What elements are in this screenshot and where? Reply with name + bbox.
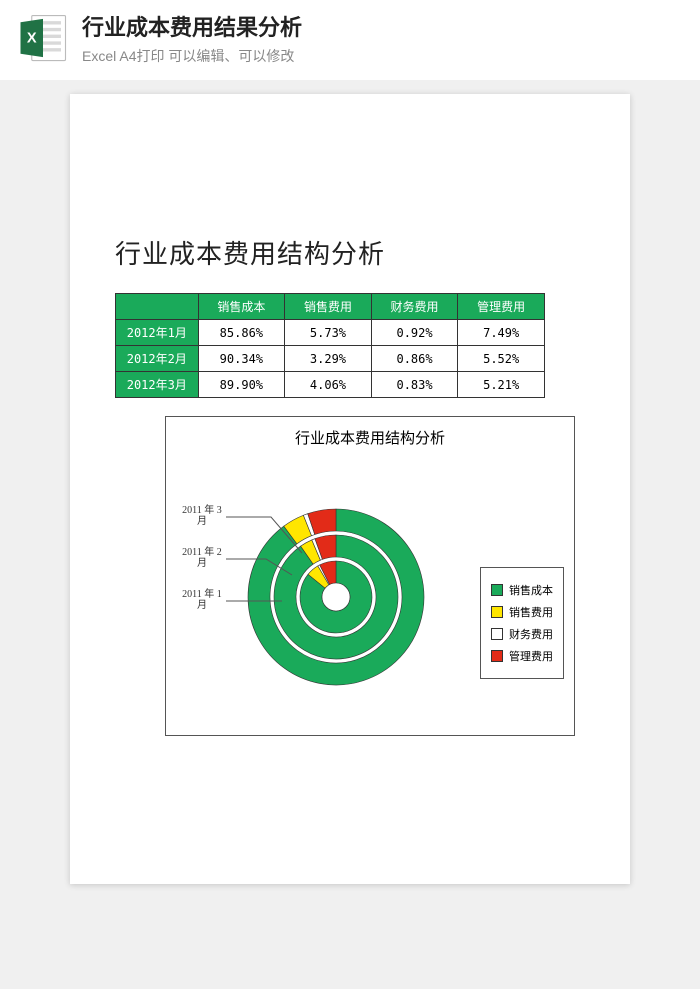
cell: 7.49% xyxy=(458,320,545,346)
legend-label: 销售费用 xyxy=(509,604,553,620)
ring-label-3: 2011 年 3月 xyxy=(178,505,226,527)
chart-legend: 销售成本 销售费用 财务费用 管理费用 xyxy=(480,567,564,679)
legend-label: 销售成本 xyxy=(509,582,553,598)
table-corner xyxy=(116,294,199,320)
chart-title: 行业成本费用结构分析 xyxy=(166,417,574,448)
col-header: 财务费用 xyxy=(371,294,458,320)
col-header: 销售成本 xyxy=(198,294,285,320)
ring-label-1: 2011 年 1月 xyxy=(178,589,226,611)
row-label: 2012年1月 xyxy=(116,320,199,346)
col-header: 管理费用 xyxy=(458,294,545,320)
header-title: 行业成本费用结果分析 xyxy=(82,10,302,42)
legend-item: 财务费用 xyxy=(491,626,553,642)
cell: 0.92% xyxy=(371,320,458,346)
cell: 0.83% xyxy=(371,372,458,398)
chart-area: 2011 年 3月 2011 年 2月 2011 年 1月 销售成本 销售费用 … xyxy=(166,457,574,735)
cell: 89.90% xyxy=(198,372,285,398)
stage: 行业成本费用结构分析 销售成本 销售费用 财务费用 管理费用 2012年1月 8… xyxy=(0,80,700,898)
header-subtitle: Excel A4打印 可以编辑、可以修改 xyxy=(82,46,302,66)
col-header: 销售费用 xyxy=(285,294,372,320)
cell: 90.34% xyxy=(198,346,285,372)
cost-table: 销售成本 销售费用 财务费用 管理费用 2012年1月 85.86% 5.73%… xyxy=(115,293,545,398)
document-page: 行业成本费用结构分析 销售成本 销售费用 财务费用 管理费用 2012年1月 8… xyxy=(70,94,630,884)
swatch-icon xyxy=(491,628,503,640)
table-row: 2012年1月 85.86% 5.73% 0.92% 7.49% xyxy=(116,320,545,346)
cell: 5.73% xyxy=(285,320,372,346)
table-row: 2012年2月 90.34% 3.29% 0.86% 5.52% xyxy=(116,346,545,372)
legend-label: 财务费用 xyxy=(509,626,553,642)
excel-icon: X xyxy=(16,11,70,65)
svg-text:X: X xyxy=(27,31,37,47)
row-label: 2012年3月 xyxy=(116,372,199,398)
cell: 4.06% xyxy=(285,372,372,398)
app-header: X 行业成本费用结果分析 Excel A4打印 可以编辑、可以修改 xyxy=(0,0,700,80)
header-text: 行业成本费用结果分析 Excel A4打印 可以编辑、可以修改 xyxy=(82,10,302,66)
leader-lines xyxy=(176,457,446,717)
swatch-icon xyxy=(491,584,503,596)
document-title: 行业成本费用结构分析 xyxy=(115,234,585,271)
cell: 5.21% xyxy=(458,372,545,398)
row-label: 2012年2月 xyxy=(116,346,199,372)
legend-label: 管理费用 xyxy=(509,648,553,664)
cell: 0.86% xyxy=(371,346,458,372)
ring-label-2: 2011 年 2月 xyxy=(178,547,226,569)
chart-container: 行业成本费用结构分析 2011 年 3月 2011 年 2月 2011 年 1月… xyxy=(165,416,575,736)
legend-item: 销售费用 xyxy=(491,604,553,620)
legend-item: 管理费用 xyxy=(491,648,553,664)
table-header-row: 销售成本 销售费用 财务费用 管理费用 xyxy=(116,294,545,320)
cell: 3.29% xyxy=(285,346,372,372)
swatch-icon xyxy=(491,606,503,618)
swatch-icon xyxy=(491,650,503,662)
legend-item: 销售成本 xyxy=(491,582,553,598)
table-row: 2012年3月 89.90% 4.06% 0.83% 5.21% xyxy=(116,372,545,398)
cell: 85.86% xyxy=(198,320,285,346)
cell: 5.52% xyxy=(458,346,545,372)
